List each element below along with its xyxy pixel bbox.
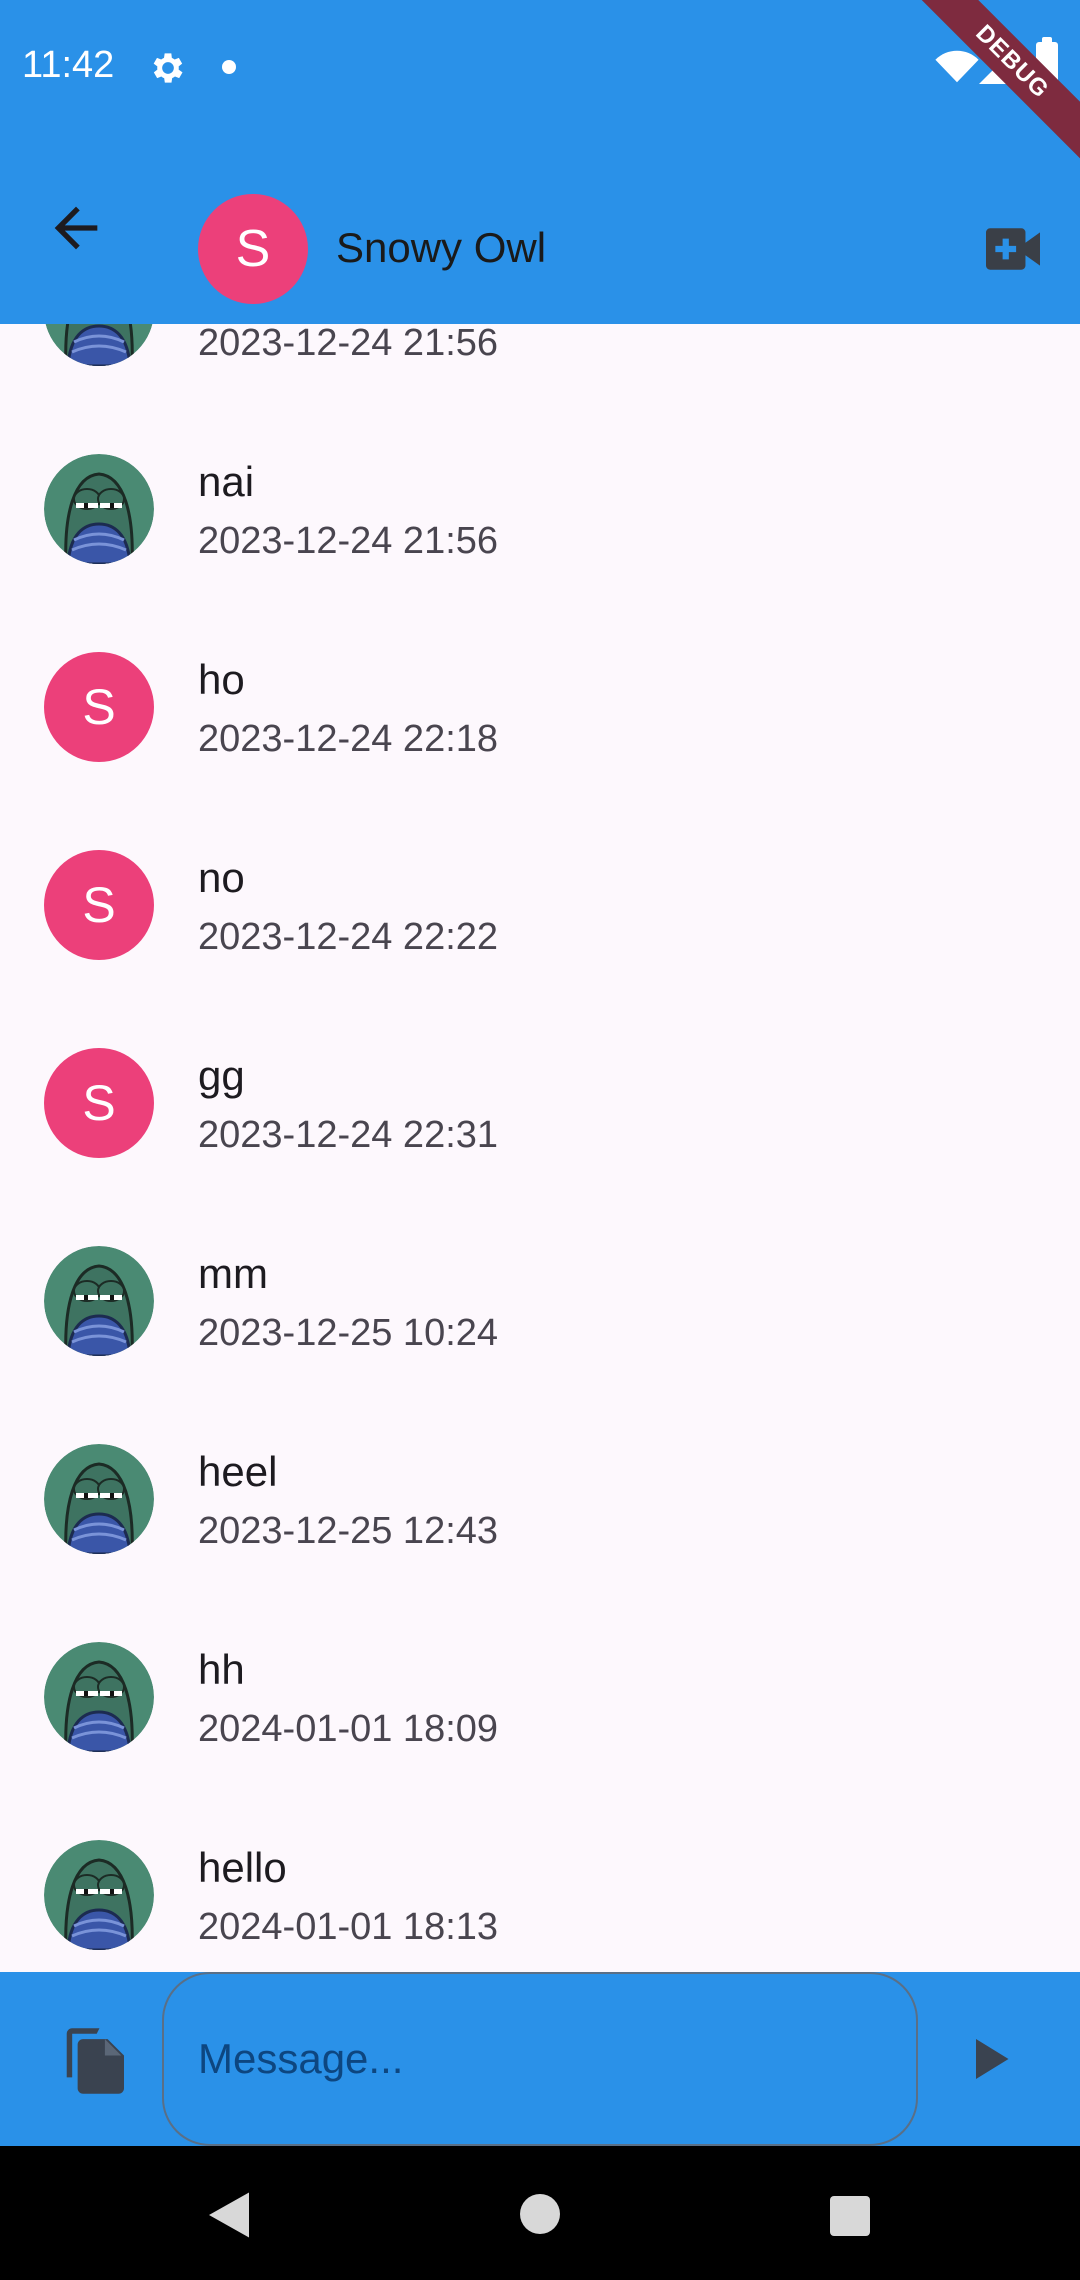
message-list[interactable]: 2023-12-24 21:56 nai 2023-12-24 21:56 Sho 20… bbox=[0, 324, 1080, 1972]
system-nav-bar bbox=[0, 2146, 1080, 2280]
app-bar: S Snowy Owl bbox=[0, 132, 1080, 324]
contact-name: Snowy Owl bbox=[336, 224, 547, 271]
nav-back-icon[interactable] bbox=[204, 2190, 254, 2240]
message-row[interactable]: hello 2024-01-01 18:13 bbox=[0, 1782, 1080, 1972]
status-time: 11:42 bbox=[22, 44, 115, 86]
message-timestamp: 2023-12-24 22:18 bbox=[198, 718, 499, 760]
message-row[interactable]: hh 2024-01-01 18:09 bbox=[0, 1584, 1080, 1782]
message-text: nai bbox=[198, 458, 255, 505]
nav-home-icon[interactable] bbox=[520, 2194, 560, 2234]
message-row[interactable]: Sno 2023-12-24 22:22 bbox=[0, 792, 1080, 990]
message-timestamp: 2023-12-24 22:31 bbox=[198, 1114, 499, 1156]
fish-avatar-icon bbox=[44, 324, 154, 366]
message-row[interactable]: mm 2023-12-25 10:24 bbox=[0, 1188, 1080, 1386]
message-text: heel bbox=[198, 1448, 278, 1495]
message-text: gg bbox=[198, 1052, 245, 1099]
fish-avatar-icon bbox=[44, 1246, 154, 1356]
wifi-icon bbox=[935, 50, 979, 83]
message-text: ho bbox=[198, 656, 245, 703]
message-timestamp: 2023-12-25 12:43 bbox=[198, 1510, 499, 1552]
message-timestamp: 2023-12-24 21:56 bbox=[198, 324, 499, 364]
message-timestamp: 2023-12-24 21:56 bbox=[198, 520, 499, 562]
message-timestamp: 2023-12-24 22:22 bbox=[198, 916, 499, 958]
send-icon[interactable] bbox=[966, 2034, 1016, 2084]
nav-recents-icon[interactable] bbox=[830, 2196, 870, 2236]
message-row[interactable]: 2023-12-24 21:56 bbox=[0, 324, 1080, 396]
video-call-icon[interactable] bbox=[986, 228, 1040, 270]
message-text: no bbox=[198, 854, 245, 901]
message-timestamp: 2023-12-25 10:24 bbox=[198, 1312, 499, 1354]
message-input[interactable] bbox=[162, 1972, 918, 2146]
letter-avatar: S bbox=[44, 652, 154, 762]
fish-avatar-icon bbox=[44, 1444, 154, 1554]
message-row[interactable]: Sgg 2023-12-24 22:31 bbox=[0, 990, 1080, 1188]
attach-file-icon[interactable] bbox=[64, 2028, 124, 2094]
contact-avatar[interactable]: S bbox=[198, 194, 308, 304]
message-row[interactable]: heel 2023-12-25 12:43 bbox=[0, 1386, 1080, 1584]
message-text: hh bbox=[198, 1646, 245, 1693]
fish-avatar-icon bbox=[44, 1840, 154, 1950]
letter-avatar: S bbox=[44, 1048, 154, 1158]
message-row[interactable]: nai 2023-12-24 21:56 bbox=[0, 396, 1080, 594]
message-text: mm bbox=[198, 1250, 268, 1297]
arrow-back-icon[interactable] bbox=[44, 196, 108, 260]
fish-avatar-icon bbox=[44, 454, 154, 564]
fish-avatar-icon bbox=[44, 1642, 154, 1752]
composer-bar bbox=[0, 1972, 1080, 2146]
message-timestamp: 2024-01-01 18:13 bbox=[198, 1906, 499, 1948]
gear-icon bbox=[153, 53, 183, 83]
letter-avatar: S bbox=[44, 850, 154, 960]
message-text: hello bbox=[198, 1844, 287, 1891]
status-bar: 11:42 bbox=[0, 0, 1080, 132]
notification-dot-icon bbox=[222, 60, 236, 74]
message-row[interactable]: Sho 2023-12-24 22:18 bbox=[0, 594, 1080, 792]
message-timestamp: 2024-01-01 18:09 bbox=[198, 1708, 499, 1750]
